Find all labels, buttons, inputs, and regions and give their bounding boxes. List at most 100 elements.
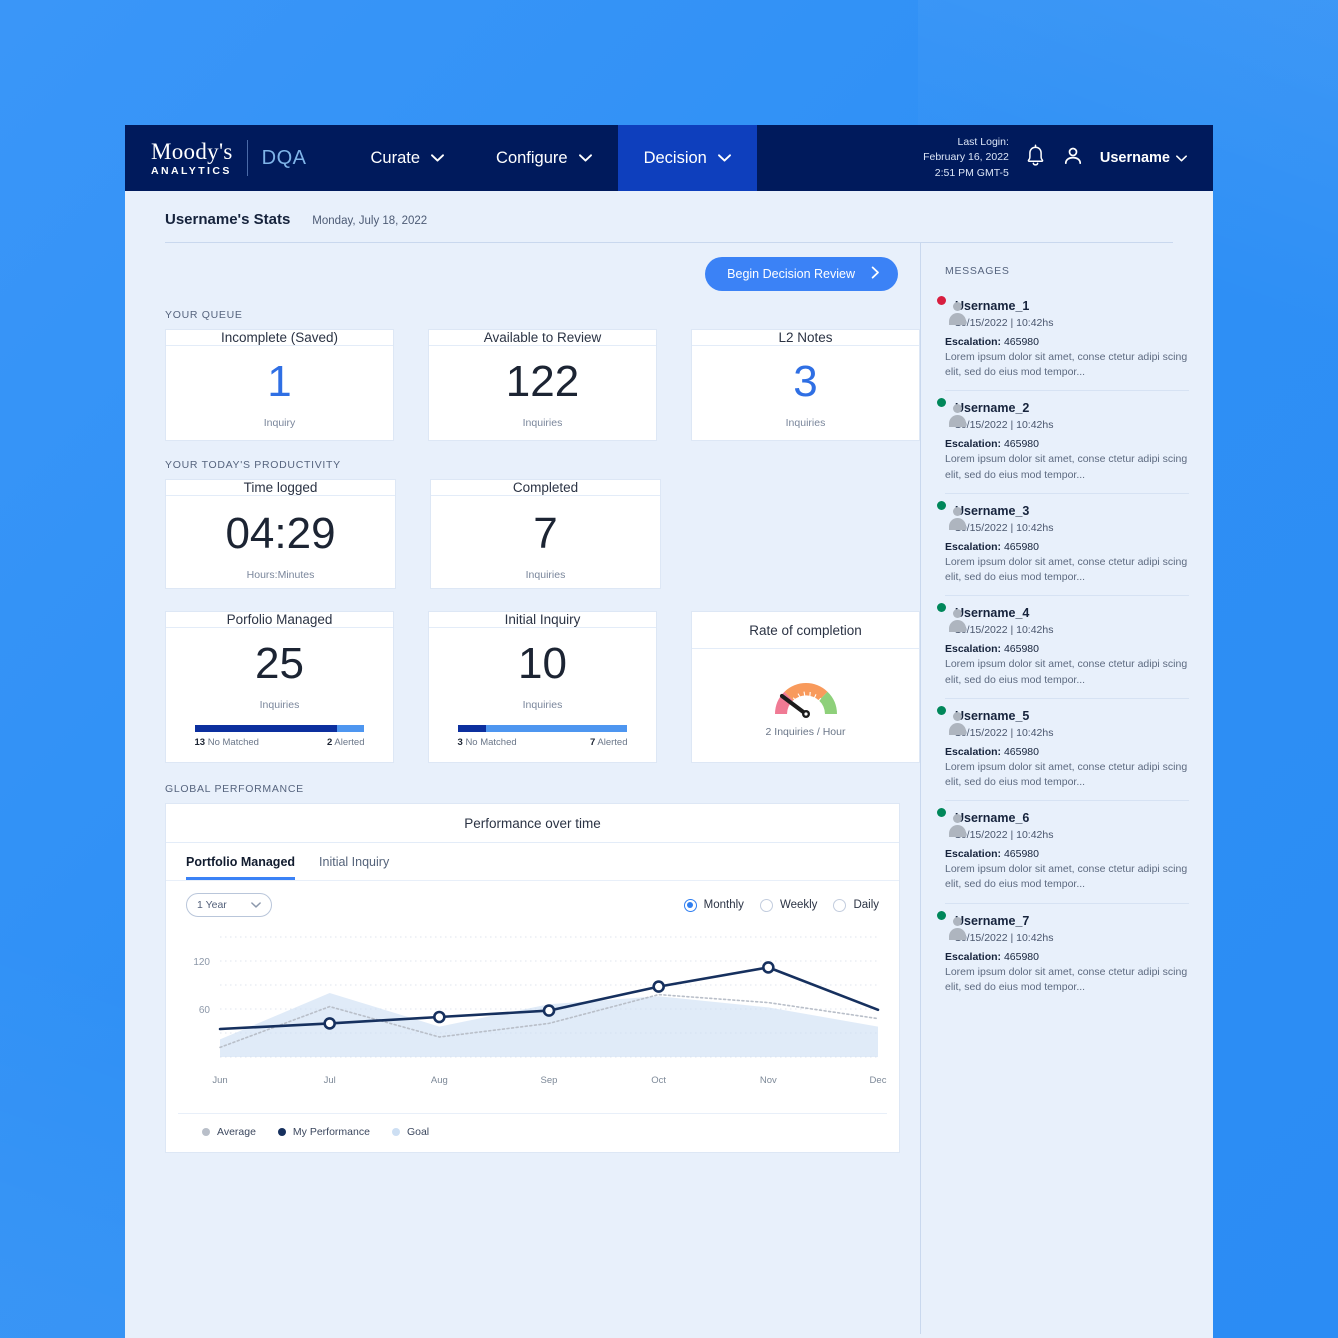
brand-secondary-text: ANALYTICS [151,164,232,177]
status-dot [937,603,946,613]
message-sender: Username_5 [955,708,1030,723]
nav-item-configure[interactable]: Configure [470,125,618,191]
begin-decision-review-button[interactable]: Begin Decision Review [705,257,898,291]
global-performance-label: GLOBAL PERFORMANCE [165,783,304,795]
gauge-icon [774,682,837,718]
notification-bell-icon[interactable] [1025,143,1046,173]
card-value: 122 [505,357,580,406]
radio-daily[interactable]: Daily [833,898,879,912]
progress-bar [194,725,365,732]
message-item[interactable]: Username_5 10/15/2022 | 10:42hs Escalation… [937,699,1189,802]
last-login-date: February 16, 2022 [923,151,1009,164]
message-header: Username_1 10/15/2022 | 10:42hs [937,296,1189,329]
gauge-caption: 2 Inquiries / Hour [765,725,846,738]
user-avatar-icon[interactable] [1062,145,1084,172]
message-escalation: Escalation: 465980 [945,541,1189,553]
card-rate-of-completion[interactable]: Rate of completion 2 Inquiries / Hour [691,611,920,763]
header-right: Last Login: February 16, 2022 2:51 PM GM… [923,125,1213,191]
legend-item-my-performance: My Performance [277,1126,370,1138]
main-content: Begin Decision Review YOUR QUEUE Incompl… [125,243,920,1334]
message-body: Lorem ipsum dolor sit amet, conse ctetur… [945,965,1188,993]
card-initial-inquiry[interactable]: Initial Inquiry 10 Inquiries 3 No Matche… [428,611,657,763]
escalation-label: Escalation: [945,848,1002,861]
progress-segment-no-matched [457,725,487,732]
radio-monthly[interactable]: Monthly [683,898,744,912]
range-select-value: 1 Year [197,899,227,911]
brand[interactable]: Moody's ANALYTICS DQA [125,125,327,191]
page-title: Username's Stats [165,211,291,228]
status-dot [937,398,946,408]
message-item[interactable]: Username_1 10/15/2022 | 10:42hs Escalation… [937,289,1189,392]
main-nav: Curate Configure Decision [345,125,757,191]
message-item[interactable]: Username_6 10/15/2022 | 10:42hs Escalation… [937,801,1189,904]
card-unit: Inquiries [522,417,563,429]
legend-item-average: Average [202,1126,256,1138]
card-completed[interactable]: Completed 7 Inquiries [430,479,661,589]
message-escalation: Escalation: 465980 [945,643,1189,655]
status-dot [937,808,946,818]
svg-text:Aug: Aug [431,1075,448,1086]
escalation-id: 465980 [1003,848,1039,861]
radio-label: Daily [853,899,879,911]
queue-section-label: YOUR QUEUE [165,309,243,321]
message-item[interactable]: Username_2 10/15/2022 | 10:42hs Escalation… [937,391,1189,494]
productivity-cards: Time logged 04:29 Hours:Minutes Complete… [165,479,920,589]
card-value: 04:29 [225,509,336,558]
tab-portfolio-managed[interactable]: Portfolio Managed [186,855,296,880]
message-escalation: Escalation: 465980 [945,746,1189,758]
message-sender: Username_4 [955,606,1030,621]
legend-label: My Performance [292,1126,370,1138]
escalation-id: 465980 [1003,745,1039,758]
card-available-to-review[interactable]: Available to Review 122 Inquiries [428,329,657,441]
begin-decision-review-label: Begin Decision Review [727,267,855,281]
message-header: Username_6 10/15/2022 | 10:42hs [937,808,1189,841]
message-timestamp: 10/15/2022 | 10:42hs [955,521,1054,534]
page-date: Monday, July 18, 2022 [312,215,428,227]
message-timestamp: 10/15/2022 | 10:42hs [955,931,1054,944]
chart-controls: 1 Year Monthly Weekly Daily [166,881,899,917]
card-time-logged[interactable]: Time logged 04:29 Hours:Minutes [165,479,396,589]
card-title: Porfolio Managed [166,612,393,628]
escalation-label: Escalation: [945,438,1002,451]
svg-text:60: 60 [199,1005,211,1016]
message-body: Lorem ipsum dolor sit amet, conse ctetur… [945,453,1188,481]
legend-swatch [391,1128,400,1136]
nav-item-label: Configure [496,148,568,167]
escalation-id: 465980 [1003,438,1039,451]
performance-chart-panel: Performance over time Portfolio Managed … [165,803,900,1153]
card-unit: Hours:Minutes [246,569,315,581]
moodys-logo: Moody's ANALYTICS [151,140,233,177]
nav-item-decision[interactable]: Decision [617,125,757,191]
message-sender: Username_6 [955,811,1030,826]
card-incomplete-saved[interactable]: Incomplete (Saved) 1 Inquiry [165,329,394,441]
svg-text:Jul: Jul [324,1075,336,1086]
nav-item-label: Curate [370,148,421,167]
message-meta: Username_2 10/15/2022 | 10:42hs [955,399,1053,431]
range-select[interactable]: 1 Year [186,893,272,917]
escalation-label: Escalation: [945,745,1002,758]
card-body: 7 Inquiries [431,496,660,595]
message-timestamp: 10/15/2022 | 10:42hs [955,317,1054,329]
message-item[interactable]: Username_4 10/15/2022 | 10:42hs Escalation… [937,596,1189,699]
performance-line-chart: 60 120 Jun Jul Aug Sep Oct Nov Dec [193,936,887,1086]
progress-right-label: 2 Alerted [326,737,365,748]
card-title: Rate of completion [692,612,919,649]
username-menu[interactable]: Username [1100,150,1187,166]
radio-weekly[interactable]: Weekly [759,898,817,912]
nav-item-curate[interactable]: Curate [345,125,471,191]
message-meta: Username_3 10/15/2022 | 10:42hs [955,502,1053,534]
radio-dot [833,898,847,912]
card-body: 25 Inquiries 13 No Matched 2 Alerted [166,628,393,762]
card-body: 3 Inquiries [692,346,919,443]
card-l2-notes[interactable]: L2 Notes 3 Inquiries [691,329,920,441]
legend-swatch [202,1128,210,1136]
card-portfolio-managed[interactable]: Porfolio Managed 25 Inquiries 13 No Matc… [165,611,394,763]
escalation-label: Escalation: [945,643,1002,656]
card-value: 10 [518,639,567,688]
message-timestamp: 10/15/2022 | 10:42hs [955,624,1054,637]
tab-initial-inquiry[interactable]: Initial Inquiry [319,855,389,880]
message-item[interactable]: Username_3 10/15/2022 | 10:42hs Escalation… [937,494,1189,597]
message-item[interactable]: Username_7 10/15/2022 | 10:42hs Escalation… [937,904,1189,1005]
card-unit: Inquiries [785,417,826,429]
message-timestamp: 10/15/2022 | 10:42hs [955,419,1054,432]
